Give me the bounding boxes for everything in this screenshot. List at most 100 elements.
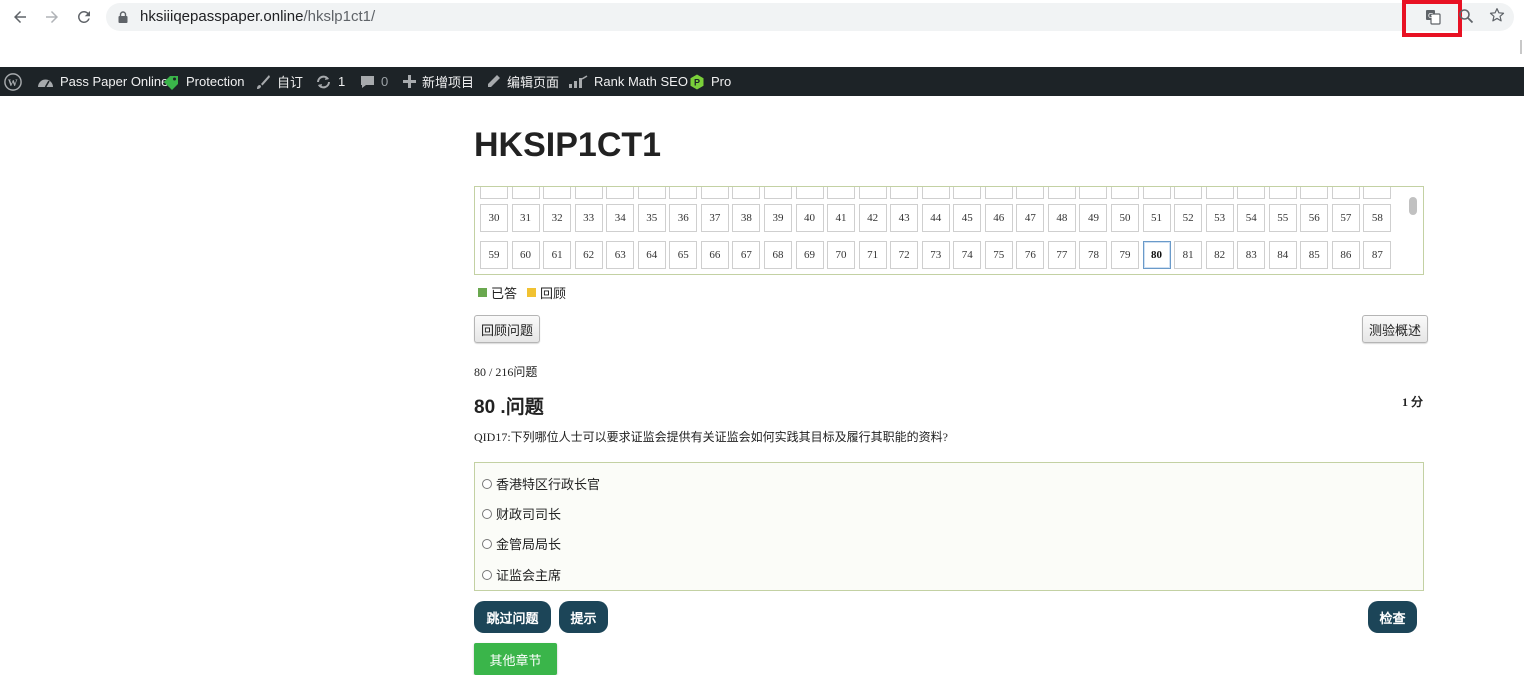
question-number-cell[interactable]	[1174, 187, 1203, 199]
question-number-cell[interactable]: 76	[1016, 241, 1045, 269]
question-number-cell[interactable]: 52	[1174, 204, 1203, 232]
question-number-cell[interactable]	[984, 187, 1013, 199]
question-number-cell[interactable]: 60	[511, 241, 540, 269]
question-number-cell[interactable]: 37	[700, 204, 729, 232]
question-number-cell[interactable]	[732, 187, 761, 199]
question-number-cell[interactable]: 33	[574, 204, 603, 232]
question-number-cell[interactable]: 77	[1047, 241, 1076, 269]
question-number-cell[interactable]: 30	[480, 204, 508, 232]
radio-button[interactable]	[482, 538, 492, 549]
question-list-scrollbar[interactable]	[1409, 197, 1417, 215]
wordpress-logo-menu[interactable]: W	[4, 67, 22, 96]
question-number-cell[interactable]: 49	[1079, 204, 1108, 232]
review-question-button[interactable]: 回顾问题	[474, 315, 541, 343]
question-number-cell[interactable]: 67	[732, 241, 761, 269]
question-number-cell[interactable]	[637, 187, 666, 199]
question-number-cell[interactable]: 47	[1016, 204, 1045, 232]
site-name-menu[interactable]: Pass Paper Online	[37, 67, 168, 96]
answer-option[interactable]: 金管局局长	[482, 534, 561, 553]
edit-page-menu[interactable]: 编辑页面	[486, 67, 559, 96]
question-number-cell[interactable]: 75	[984, 241, 1013, 269]
question-number-cell[interactable]	[1331, 187, 1360, 199]
question-number-cell[interactable]: 83	[1237, 241, 1266, 269]
question-number-cell[interactable]: 70	[827, 241, 856, 269]
question-number-cell[interactable]: 42	[858, 204, 887, 232]
question-number-cell[interactable]: 69	[795, 241, 824, 269]
question-number-cell[interactable]: 82	[1205, 241, 1234, 269]
question-number-cell[interactable]: 80	[1142, 241, 1171, 269]
skip-question-button[interactable]: 跳过问题	[474, 601, 551, 633]
question-number-cell[interactable]: 79	[1111, 241, 1139, 269]
question-overview-list[interactable]: 30 31 32 33 34 35 36 37 38 39 40 41 42 43 44 45 46 47 48 49…	[474, 186, 1424, 275]
question-number-cell[interactable]: 78	[1079, 241, 1108, 269]
reload-button[interactable]	[71, 4, 97, 30]
question-number-cell[interactable]: 35	[637, 204, 666, 232]
hint-button[interactable]: 提示	[559, 601, 608, 633]
question-number-cell[interactable]: 39	[763, 204, 792, 232]
question-number-cell[interactable]: 40	[795, 204, 824, 232]
question-number-cell[interactable]: 62	[574, 241, 603, 269]
protection-menu[interactable]: Protection	[162, 67, 245, 96]
question-number-cell[interactable]: 81	[1174, 241, 1203, 269]
question-number-cell[interactable]	[827, 187, 856, 199]
question-number-cell[interactable]: 44	[921, 204, 950, 232]
question-number-cell[interactable]: 31	[511, 204, 540, 232]
question-number-cell[interactable]	[700, 187, 729, 199]
question-number-cell[interactable]	[480, 187, 508, 199]
pro-menu[interactable]: P Pro	[689, 67, 731, 96]
forward-button[interactable]	[39, 4, 65, 30]
question-number-cell[interactable]: 53	[1205, 204, 1234, 232]
question-number-cell[interactable]	[669, 187, 698, 199]
question-number-cell[interactable]: 55	[1268, 204, 1297, 232]
question-number-cell[interactable]: 36	[669, 204, 698, 232]
answer-option[interactable]: 财政司司长	[482, 504, 561, 523]
question-number-cell[interactable]: 48	[1047, 204, 1076, 232]
question-number-cell[interactable]	[1047, 187, 1076, 199]
question-number-cell[interactable]	[890, 187, 919, 199]
question-number-cell[interactable]: 32	[543, 204, 572, 232]
question-number-cell[interactable]: 59	[480, 241, 508, 269]
customize-menu[interactable]: 自订	[255, 67, 303, 96]
radio-button[interactable]	[482, 478, 492, 489]
question-number-cell[interactable]	[1205, 187, 1234, 199]
question-number-cell[interactable]	[606, 187, 635, 199]
question-number-cell[interactable]: 57	[1331, 204, 1360, 232]
question-number-cell[interactable]: 41	[827, 204, 856, 232]
question-number-cell[interactable]	[858, 187, 887, 199]
question-number-cell[interactable]: 66	[700, 241, 729, 269]
quiz-summary-button[interactable]: 测验概述	[1362, 315, 1429, 343]
question-number-cell[interactable]	[543, 187, 572, 199]
question-number-cell[interactable]: 43	[890, 204, 919, 232]
question-number-cell[interactable]: 85	[1300, 241, 1329, 269]
new-item-menu[interactable]: 新增项目	[403, 67, 474, 96]
question-number-cell[interactable]: 73	[921, 241, 950, 269]
question-number-cell[interactable]: 34	[606, 204, 635, 232]
radio-button[interactable]	[482, 569, 492, 580]
question-number-cell[interactable]	[1111, 187, 1139, 199]
answer-option[interactable]: 香港特区行政长官	[482, 474, 600, 493]
question-number-cell[interactable]	[953, 187, 982, 199]
question-number-cell[interactable]: 72	[890, 241, 919, 269]
question-number-cell[interactable]	[1268, 187, 1297, 199]
question-number-cell[interactable]: 64	[637, 241, 666, 269]
question-number-cell[interactable]: 61	[543, 241, 572, 269]
question-number-cell[interactable]	[1142, 187, 1171, 199]
rank-math-menu[interactable]: Rank Math SEO	[568, 67, 688, 96]
question-number-cell[interactable]	[1237, 187, 1266, 199]
question-number-cell[interactable]: 56	[1300, 204, 1329, 232]
question-number-cell[interactable]	[921, 187, 950, 199]
radio-button[interactable]	[482, 508, 492, 519]
question-number-cell[interactable]: 58	[1363, 204, 1392, 232]
bookmark-star-icon[interactable]	[1488, 6, 1506, 24]
question-number-cell[interactable]	[1363, 187, 1392, 199]
question-number-cell[interactable]: 46	[984, 204, 1013, 232]
comments-menu[interactable]: 0	[360, 67, 388, 96]
question-number-cell[interactable]: 68	[763, 241, 792, 269]
check-button[interactable]: 检查	[1368, 601, 1417, 633]
question-number-cell[interactable]	[1016, 187, 1045, 199]
answer-option[interactable]: 证监会主席	[482, 565, 561, 584]
question-number-cell[interactable]	[511, 187, 540, 199]
question-number-cell[interactable]: 54	[1237, 204, 1266, 232]
question-number-cell[interactable]: 84	[1268, 241, 1297, 269]
question-number-cell[interactable]: 86	[1331, 241, 1360, 269]
